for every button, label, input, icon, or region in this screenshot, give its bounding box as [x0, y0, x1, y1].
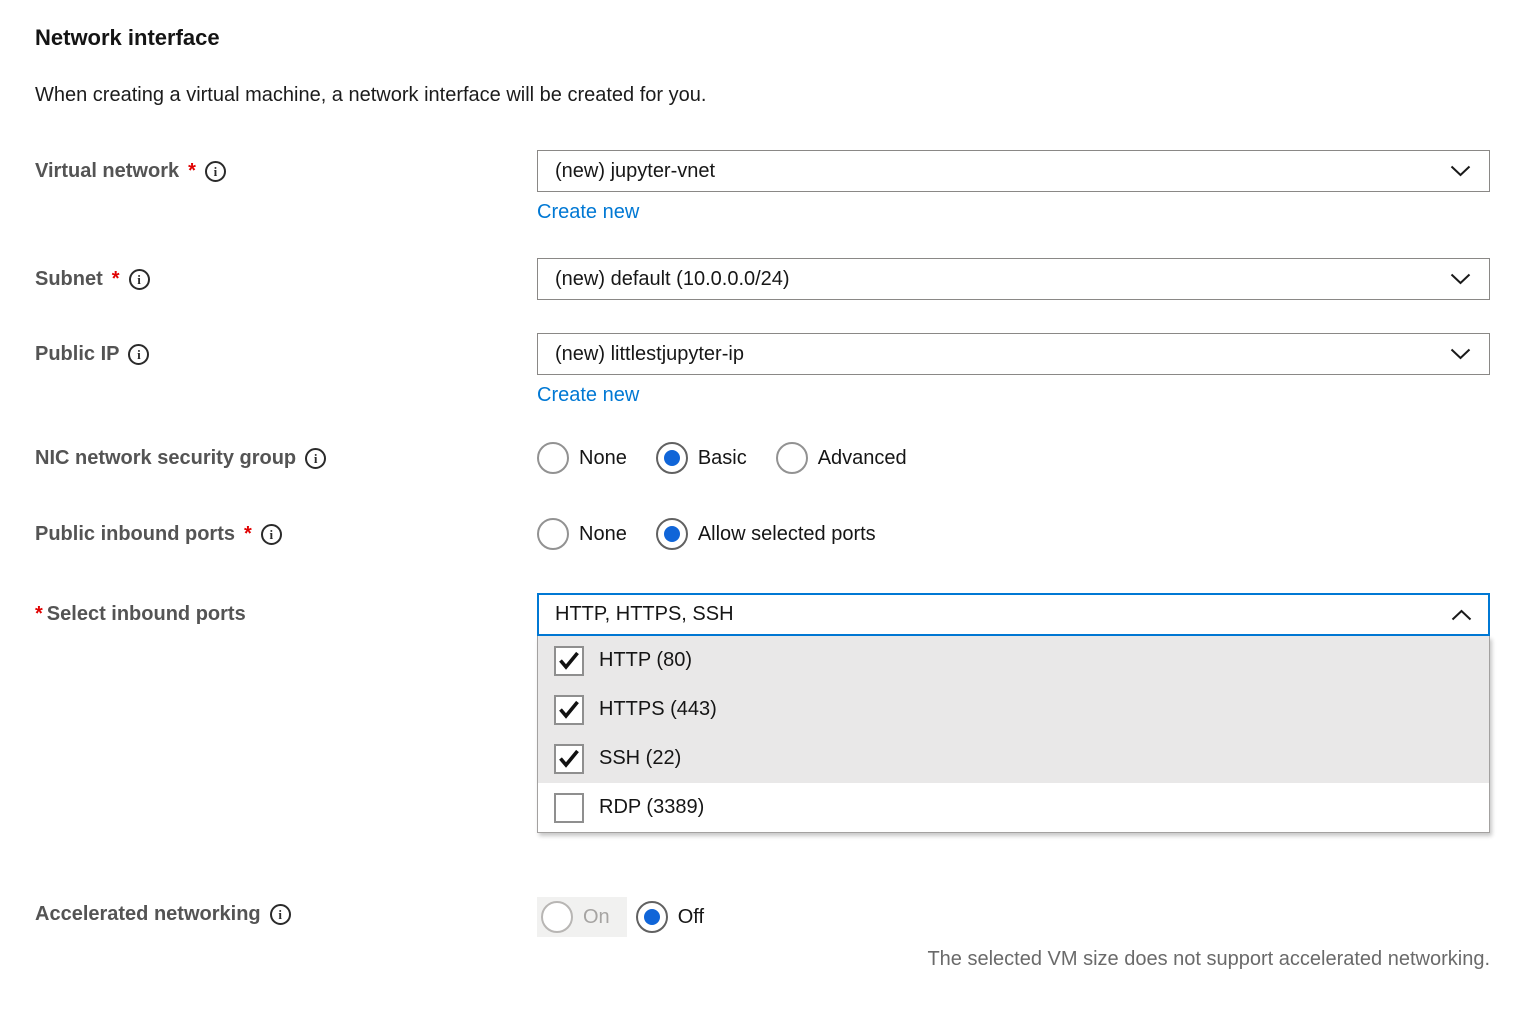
radio-label: Allow selected ports [698, 523, 876, 546]
field-row-nic-nsg: NIC network security group None Basic Ad… [35, 441, 1490, 475]
radio-label: None [579, 447, 627, 470]
virtual-network-dropdown[interactable]: (new) jupyter-vnet [537, 150, 1490, 192]
accelerated-networking-control: On Off The selected VM size does not sup… [537, 897, 1490, 972]
subnet-control: (new) default (10.0.0.0/24) [537, 258, 1490, 300]
chevron-down-icon [1450, 348, 1471, 360]
public-ip-control: (new) littlestjupyter-ip Create new [537, 333, 1490, 407]
nic-nsg-control: None Basic Advanced [537, 441, 1490, 475]
public-ip-dropdown[interactable]: (new) littlestjupyter-ip [537, 333, 1490, 375]
create-new-vnet-link[interactable]: Create new [537, 201, 639, 224]
info-icon[interactable] [205, 161, 226, 182]
section-description: When creating a virtual machine, a netwo… [35, 82, 1490, 108]
select-inbound-ports-control: HTTP, HTTPS, SSH HTTP (80) HTTPS (443) [537, 593, 1490, 833]
page-title: Network interface [35, 24, 1490, 52]
subnet-label: Subnet [35, 258, 537, 300]
option-label: RDP (3389) [599, 796, 704, 819]
virtual-network-control: (new) jupyter-vnet Create new [537, 150, 1490, 224]
public-inbound-ports-control: None Allow selected ports [537, 517, 1490, 551]
info-icon[interactable] [270, 904, 291, 925]
radio-nsg-advanced[interactable]: Advanced [776, 442, 907, 474]
accelerated-networking-label: Accelerated networking [35, 897, 537, 931]
subnet-value: (new) default (10.0.0.0/24) [555, 268, 790, 291]
virtual-network-value: (new) jupyter-vnet [555, 160, 715, 183]
required-asterisk [35, 603, 43, 626]
label-text: Select inbound ports [47, 603, 246, 626]
label-text: Public IP [35, 343, 119, 366]
nic-nsg-label: NIC network security group [35, 441, 537, 475]
inbound-port-option-http[interactable]: HTTP (80) [538, 636, 1489, 685]
info-icon[interactable] [129, 269, 150, 290]
label-text: NIC network security group [35, 447, 296, 470]
checkmark-icon [558, 700, 580, 720]
required-asterisk [244, 523, 252, 546]
option-label: HTTPS (443) [599, 698, 717, 721]
checkbox-icon [554, 744, 584, 774]
radio-label: None [579, 523, 627, 546]
radio-icon [537, 518, 569, 550]
nic-nsg-radio-group: None Basic Advanced [537, 441, 1490, 475]
checkmark-icon [558, 749, 580, 769]
radio-accelerated-off[interactable]: Off [636, 901, 704, 933]
required-asterisk [112, 268, 120, 291]
label-text: Subnet [35, 268, 103, 291]
subnet-dropdown[interactable]: (new) default (10.0.0.0/24) [537, 258, 1490, 300]
inbound-port-option-ssh[interactable]: SSH (22) [538, 734, 1489, 783]
virtual-network-label: Virtual network [35, 150, 537, 192]
chevron-up-icon [1451, 609, 1472, 621]
radio-label: Advanced [818, 447, 907, 470]
chevron-down-icon [1450, 165, 1471, 177]
accelerated-networking-note: The selected VM size does not support ac… [537, 946, 1490, 972]
select-inbound-ports-label: Select inbound ports [35, 593, 537, 635]
required-asterisk [188, 160, 196, 183]
chevron-down-icon [1450, 273, 1471, 285]
inbound-port-option-rdp[interactable]: RDP (3389) [538, 783, 1489, 832]
field-row-select-inbound-ports: Select inbound ports HTTP, HTTPS, SSH HT… [35, 593, 1490, 833]
create-new-public-ip-link[interactable]: Create new [537, 384, 639, 407]
radio-icon [656, 518, 688, 550]
public-ip-value: (new) littlestjupyter-ip [555, 343, 744, 366]
select-inbound-ports-value: HTTP, HTTPS, SSH [555, 603, 734, 626]
checkmark-icon [558, 651, 580, 671]
option-label: HTTP (80) [599, 649, 692, 672]
radio-icon [541, 901, 573, 933]
checkbox-icon [554, 793, 584, 823]
label-text: Accelerated networking [35, 903, 261, 926]
field-row-accelerated-networking: Accelerated networking On Off The select… [35, 897, 1490, 972]
field-row-public-inbound-ports: Public inbound ports None Allow selected… [35, 517, 1490, 551]
public-inbound-ports-radio-group: None Allow selected ports [537, 517, 1490, 551]
radio-icon [537, 442, 569, 474]
checkbox-icon [554, 646, 584, 676]
select-inbound-ports-combobox[interactable]: HTTP, HTTPS, SSH [537, 593, 1490, 636]
inbound-ports-dropdown-panel: HTTP (80) HTTPS (443) SSH (22) RDP (3389… [537, 636, 1490, 833]
radio-label: Off [678, 906, 704, 929]
label-text: Public inbound ports [35, 523, 235, 546]
public-ip-label: Public IP [35, 333, 537, 375]
radio-icon [776, 442, 808, 474]
field-row-virtual-network: Virtual network (new) jupyter-vnet Creat… [35, 150, 1490, 224]
field-row-public-ip: Public IP (new) littlestjupyter-ip Creat… [35, 333, 1490, 407]
public-inbound-ports-label: Public inbound ports [35, 517, 537, 551]
radio-inbound-none[interactable]: None [537, 518, 627, 550]
label-text: Virtual network [35, 160, 179, 183]
accelerated-networking-radio-group: On Off [537, 897, 1490, 937]
inbound-port-option-https[interactable]: HTTPS (443) [538, 685, 1489, 734]
radio-inbound-allow-selected[interactable]: Allow selected ports [656, 518, 876, 550]
info-icon[interactable] [261, 524, 282, 545]
radio-label: Basic [698, 447, 747, 470]
radio-accelerated-on: On [537, 897, 627, 937]
checkbox-icon [554, 695, 584, 725]
radio-label: On [583, 906, 610, 929]
radio-icon [636, 901, 668, 933]
option-label: SSH (22) [599, 747, 681, 770]
radio-nsg-basic[interactable]: Basic [656, 442, 747, 474]
info-icon[interactable] [305, 448, 326, 469]
field-row-subnet: Subnet (new) default (10.0.0.0/24) [35, 258, 1490, 300]
radio-nsg-none[interactable]: None [537, 442, 627, 474]
info-icon[interactable] [128, 344, 149, 365]
radio-icon [656, 442, 688, 474]
